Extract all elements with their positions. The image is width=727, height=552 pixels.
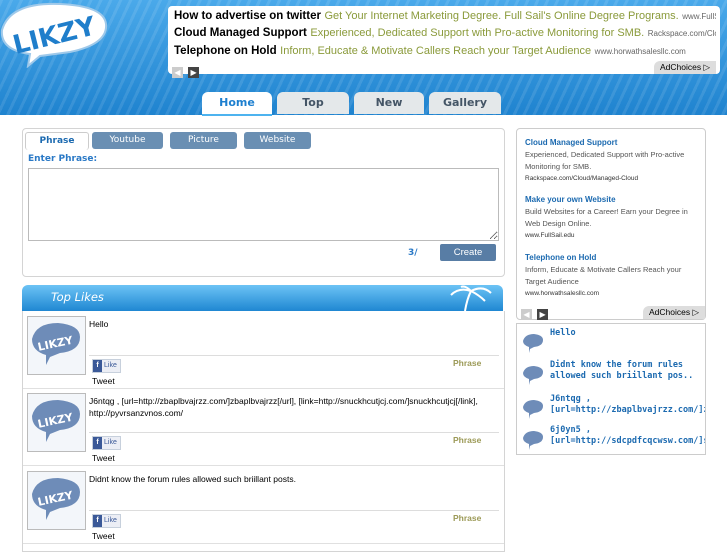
likzy-logo[interactable]: LIKZY bbox=[0, 0, 110, 69]
avatar[interactable]: LIKZY bbox=[27, 393, 86, 452]
likzy-icon bbox=[523, 366, 543, 385]
tab-top[interactable]: Top bbox=[277, 92, 349, 114]
chevron-left-icon[interactable]: ◀ bbox=[172, 67, 183, 78]
char-counter: 3/ bbox=[408, 248, 418, 258]
adchoices-button[interactable]: AdChoices ▷ bbox=[642, 306, 705, 319]
tab-picture[interactable]: Picture bbox=[170, 132, 237, 149]
side-ad-box: Cloud Managed Support Experienced, Dedic… bbox=[516, 128, 706, 320]
enter-phrase-label: Enter Phrase: bbox=[28, 154, 98, 164]
recent-list: Hello Didnt know the forum rules allowed… bbox=[516, 323, 706, 455]
list-item: LIKZY Didnt know the forum rules allowed… bbox=[23, 466, 504, 544]
tab-website[interactable]: Website bbox=[244, 132, 311, 149]
tab-home[interactable]: Home bbox=[202, 92, 272, 116]
side-ad-pager: ◀ ▶ bbox=[521, 302, 549, 321]
tab-new[interactable]: New bbox=[354, 92, 424, 114]
tab-youtube[interactable]: Youtube bbox=[92, 132, 163, 149]
type-badge: Phrase bbox=[453, 513, 482, 523]
top-ad-2[interactable]: Cloud Managed Support Experienced, Dedic… bbox=[174, 26, 716, 39]
like-text: Hello bbox=[89, 319, 109, 329]
like-text: Didnt know the forum rules allowed such … bbox=[89, 474, 296, 484]
chevron-left-icon[interactable]: ◀ bbox=[521, 309, 532, 320]
facebook-like-button[interactable]: f Like bbox=[92, 514, 121, 528]
side-ad-1[interactable]: Cloud Managed Support Experienced, Dedic… bbox=[525, 137, 701, 185]
top-ad-box: How to advertise on twitter Get Your Int… bbox=[168, 6, 720, 78]
divider bbox=[89, 510, 499, 511]
tweet-button[interactable]: Tweet bbox=[92, 376, 115, 386]
side-ad-2[interactable]: Make your own Website Build Websites for… bbox=[525, 194, 701, 242]
top-ad-3[interactable]: Telephone on Hold Inform, Educate & Moti… bbox=[174, 44, 716, 57]
like-text: J6ntqg , [url=http://zbaplbvajrzz.com/]z… bbox=[89, 396, 478, 418]
palm-tree-icon bbox=[450, 285, 492, 311]
adchoices-icon: ▷ bbox=[692, 307, 699, 317]
facebook-like-button[interactable]: f Like bbox=[92, 436, 121, 450]
top-likes-title: Top Likes bbox=[51, 290, 104, 304]
facebook-like-button[interactable]: f Like bbox=[92, 359, 121, 373]
likzy-icon bbox=[523, 334, 543, 353]
avatar[interactable]: LIKZY bbox=[27, 471, 86, 530]
likzy-icon bbox=[523, 431, 543, 450]
facebook-icon: f bbox=[93, 360, 102, 372]
list-item: LIKZY J6ntqg , [url=http://zbaplbvajrzz.… bbox=[23, 388, 504, 466]
facebook-icon: f bbox=[93, 437, 102, 449]
type-badge: Phrase bbox=[453, 358, 482, 368]
ad-pager: ◀ ▶ bbox=[172, 60, 200, 79]
tweet-button[interactable]: Tweet bbox=[92, 453, 115, 463]
phrase-input[interactable] bbox=[28, 168, 499, 241]
tab-phrase[interactable]: Phrase bbox=[25, 132, 89, 150]
adchoices-icon: ▷ bbox=[703, 62, 710, 72]
avatar[interactable]: LIKZY bbox=[27, 316, 86, 375]
list-item: LIKZY Hello f Like Phrase Tweet bbox=[23, 311, 504, 389]
divider bbox=[89, 355, 499, 356]
list-item[interactable]: J6ntqg , [url=http://zbaplbvajrzz.com/]z… bbox=[521, 394, 705, 424]
list-item[interactable]: 6j0yn5 , [url=http://sdcpdfcqcwsw.com/]s bbox=[521, 425, 705, 454]
top-ad-1[interactable]: How to advertise on twitter Get Your Int… bbox=[174, 9, 716, 22]
adchoices-button[interactable]: AdChoices ▷ bbox=[653, 61, 716, 74]
create-button[interactable]: Create bbox=[440, 244, 496, 261]
divider bbox=[89, 432, 499, 433]
top-likes-list: LIKZY Hello f Like Phrase Tweet LIKZY J6n… bbox=[22, 311, 505, 552]
chevron-right-icon[interactable]: ▶ bbox=[188, 67, 200, 78]
list-item[interactable]: Hello bbox=[521, 328, 705, 358]
site-header: LIKZY How to advertise on twitter Get Yo… bbox=[0, 0, 727, 116]
chevron-right-icon[interactable]: ▶ bbox=[537, 309, 549, 320]
likzy-icon bbox=[523, 400, 543, 419]
top-likes-header: Top Likes bbox=[22, 285, 503, 311]
side-ad-3[interactable]: Telephone on Hold Inform, Educate & Moti… bbox=[525, 252, 701, 300]
facebook-icon: f bbox=[93, 515, 102, 527]
tab-gallery[interactable]: Gallery bbox=[429, 92, 501, 114]
create-panel: Phrase Youtube Picture Website Enter Phr… bbox=[22, 128, 505, 277]
list-item[interactable]: Didnt know the forum rules allowed such … bbox=[521, 360, 705, 390]
tweet-button[interactable]: Tweet bbox=[92, 531, 115, 541]
type-badge: Phrase bbox=[453, 435, 482, 445]
